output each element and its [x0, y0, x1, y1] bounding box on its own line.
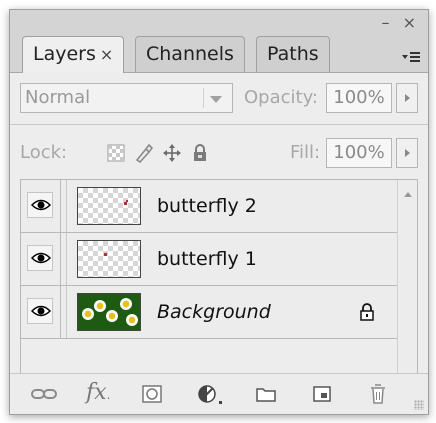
add-mask-icon[interactable] — [140, 382, 164, 406]
opacity-stepper[interactable] — [396, 83, 418, 113]
visibility-toggle[interactable] — [21, 286, 61, 338]
tab-layers-label: Layers — [33, 43, 96, 65]
tab-channels[interactable]: Channels — [135, 36, 245, 72]
layers-panel: – × Layers × Channels Paths Normal Opacit… — [9, 9, 429, 415]
lock-icon — [359, 303, 375, 325]
link-layers-icon[interactable] — [30, 382, 57, 406]
minimize-icon[interactable]: – — [382, 13, 394, 32]
layer-name[interactable]: Background — [157, 286, 271, 338]
layers-scrollbar[interactable] — [397, 180, 417, 396]
blend-mode-value: Normal — [25, 87, 91, 108]
fill-label: Fill: — [290, 142, 321, 163]
fill-stepper[interactable] — [396, 138, 418, 168]
panel-menu-icon[interactable] — [402, 50, 420, 66]
layer-row[interactable]: butterfly 2 — [21, 180, 397, 233]
close-icon[interactable]: × — [403, 13, 420, 32]
fx-label: fx — [86, 380, 107, 405]
panel-tab-bar: – × Layers × Channels Paths — [10, 10, 428, 73]
chevron-down-icon — [210, 96, 222, 103]
lock-image-pixels-icon[interactable] — [134, 143, 154, 164]
lock-label: Lock: — [20, 142, 68, 163]
lock-all-icon[interactable] — [190, 143, 210, 163]
layer-row[interactable]: butterfly 1 — [21, 233, 397, 286]
layer-name[interactable]: butterfly 1 — [157, 233, 257, 285]
layer-thumbnail — [77, 187, 141, 225]
tab-channels-label: Channels — [146, 43, 234, 65]
chevron-right-icon — [405, 149, 410, 157]
layers-list: butterfly 2 butterfly 1 Background — [20, 179, 418, 397]
lock-row: Lock: Fill: 100% — [20, 137, 418, 169]
panel-body: Normal Opacity: 100% Lock: Fill: 100% bu… — [10, 73, 428, 414]
visibility-toggle[interactable] — [21, 180, 61, 232]
eye-icon — [31, 305, 51, 317]
eye-icon — [31, 199, 51, 211]
layer-name[interactable]: butterfly 2 — [157, 180, 257, 232]
new-layer-icon[interactable] — [310, 382, 334, 406]
tab-paths[interactable]: Paths — [256, 36, 330, 72]
scroll-up-icon[interactable] — [404, 192, 412, 197]
blend-mode-select[interactable]: Normal — [20, 83, 233, 113]
tab-layers[interactable]: Layers × — [22, 36, 125, 73]
tab-close-icon[interactable]: × — [100, 45, 113, 64]
divider — [10, 124, 428, 125]
lock-transparent-pixels-icon[interactable] — [106, 143, 126, 163]
eye-icon — [31, 252, 51, 264]
blend-row: Normal Opacity: 100% — [20, 83, 418, 113]
layer-row[interactable]: Background — [21, 286, 397, 339]
panel-footer: fx. — [10, 373, 428, 414]
chevron-right-icon — [405, 94, 410, 102]
window-controls: – × — [382, 13, 421, 32]
visibility-toggle[interactable] — [21, 233, 61, 285]
lock-position-icon[interactable] — [162, 143, 182, 163]
trash-icon[interactable] — [366, 382, 390, 406]
new-group-icon[interactable] — [254, 382, 278, 406]
opacity-field[interactable]: 100% — [326, 83, 392, 113]
layer-thumbnail — [77, 293, 141, 331]
fill-field[interactable]: 100% — [326, 138, 392, 168]
adjustment-layer-icon[interactable] — [196, 382, 226, 406]
tab-paths-label: Paths — [267, 43, 319, 65]
opacity-label: Opacity: — [244, 87, 318, 108]
resize-grip-icon[interactable] — [414, 400, 424, 410]
layer-style-fx-icon[interactable]: fx. — [86, 382, 120, 406]
layer-thumbnail — [77, 240, 141, 278]
